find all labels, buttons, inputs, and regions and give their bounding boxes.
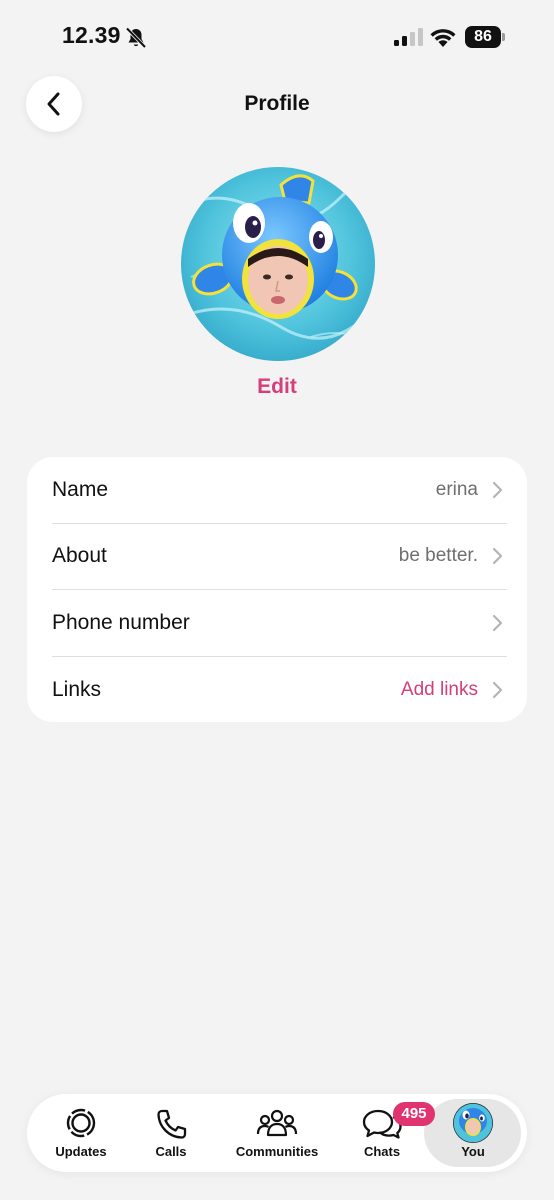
chevron-right-icon — [492, 547, 503, 565]
bottom-nav: Updates Calls Communities Chats 495 You — [27, 1094, 527, 1172]
row-label: Name — [52, 478, 109, 501]
battery-cap — [502, 33, 505, 41]
tab-label: You — [461, 1144, 485, 1159]
row-label: About — [52, 544, 107, 567]
cellular-signal-icon — [394, 28, 423, 46]
bell-slash-icon — [125, 27, 147, 49]
unread-badge: 495 — [393, 1102, 435, 1126]
tab-label: Updates — [55, 1144, 107, 1159]
chevron-right-icon — [492, 614, 503, 632]
avatar — [453, 1103, 493, 1143]
row-label: Links — [52, 678, 102, 701]
row-name[interactable]: Name erina — [27, 457, 527, 523]
phone-icon — [157, 1109, 187, 1139]
tab-communities[interactable]: Communities — [227, 1094, 327, 1172]
profile-avatar[interactable] — [181, 167, 375, 361]
chevron-right-icon — [492, 481, 503, 499]
profile-photo — [181, 167, 375, 361]
row-value: erina — [435, 479, 478, 500]
chevron-right-icon — [492, 681, 503, 699]
tab-calls[interactable]: Calls — [131, 1094, 211, 1172]
battery-indicator: 86 — [465, 26, 507, 48]
tab-updates[interactable]: Updates — [41, 1094, 121, 1172]
status-bar: 12.39 86 — [0, 0, 554, 76]
row-value: be better. — [398, 545, 478, 566]
row-links[interactable]: Links Add links — [27, 657, 527, 722]
page-title: Profile — [244, 92, 310, 115]
row-label: Phone number — [52, 611, 190, 634]
tab-you[interactable]: You — [432, 1094, 514, 1172]
edit-photo-link[interactable]: Edit — [0, 375, 554, 399]
add-links-link[interactable]: Add links — [401, 657, 478, 722]
row-about[interactable]: About be better. — [27, 523, 527, 589]
wifi-icon — [430, 29, 456, 47]
status-time: 12.39 — [62, 22, 121, 48]
tab-label: Calls — [155, 1144, 187, 1159]
profile-fields-card: Name erina About be better. Phone number… — [27, 457, 527, 722]
updates-icon — [66, 1108, 96, 1138]
row-phone-number[interactable]: Phone number — [27, 590, 527, 656]
tab-label: Communities — [235, 1144, 319, 1159]
communities-icon — [256, 1109, 298, 1137]
battery-level: 86 — [465, 26, 501, 48]
tab-label: Chats — [363, 1144, 401, 1159]
